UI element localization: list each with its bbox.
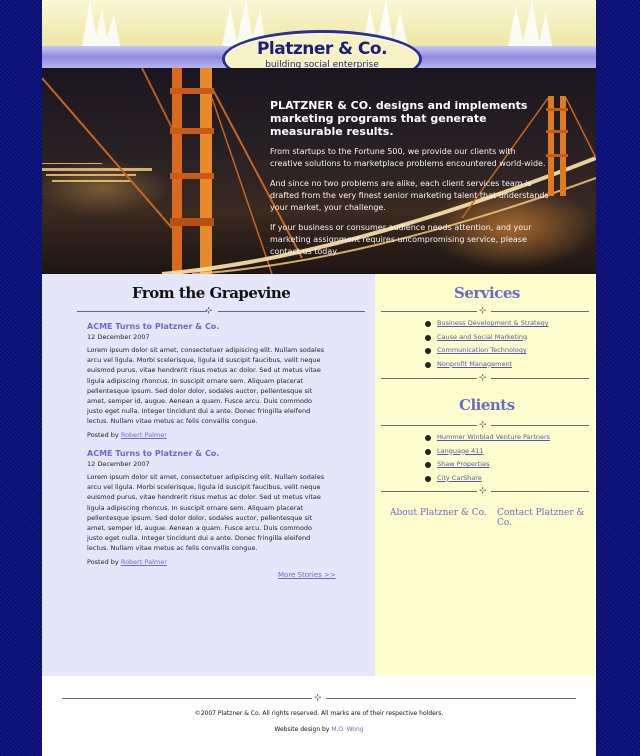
bullet-icon [425,334,431,341]
divider [218,311,365,312]
credit-prefix: Website design by [274,726,330,733]
contact-link[interactable]: Contact Platzner & Co. [497,508,596,528]
ornament-icon: ⊹ [479,420,487,430]
divider [491,311,589,312]
ornament-icon: ⊹ [205,306,213,316]
client-link[interactable]: Hummer Winblad Venture Partners [425,431,550,445]
footer-copyright: ©2007 Platzner & Co. All rights reserved… [194,710,444,717]
author-link[interactable]: Robert Palmer [121,431,167,439]
divider [326,698,576,699]
more-stories-link[interactable]: More Stories >> [278,571,336,579]
hero-headline: PLATZNER & CO. designs and implements ma… [270,99,528,138]
divider [381,378,477,379]
service-link[interactable]: Nonprofit Management [425,358,549,372]
divider [491,378,589,379]
client-link[interactable]: Language 411 [425,445,550,459]
grapevine-title: From the Grapevine [132,284,291,302]
footer: ⊹ ©2007 Platzner & Co. All rights reserv… [42,676,596,756]
bullet-icon [425,361,431,368]
divider [77,311,207,312]
article-byline: Posted by Robert Palmer [87,431,329,439]
page: Platzner & Co. building social enterpris… [42,0,596,756]
bullet-icon [425,475,431,482]
news-article: ACME Turns to Platzner & Co. 12 December… [87,449,329,566]
divider [381,425,477,426]
article-title[interactable]: ACME Turns to Platzner & Co. [87,449,329,458]
divider [381,311,477,312]
hero-paragraph: And since no two problems are alike, eac… [270,179,549,212]
grapevine-column: From the Grapevine ⊹ ACME Turns to Platz… [42,274,375,676]
news-article: ACME Turns to Platzner & Co. 12 December… [87,322,329,439]
hero-paragraph: From startups to the Fortune 500, we pro… [270,147,546,168]
bullet-icon [425,435,431,441]
services-title: Services [454,284,520,302]
article-date: 12 December 2007 [87,333,150,341]
article-body: Lorem ipsum dolor sit amet, consectetuer… [87,346,325,426]
service-link[interactable]: Communication Technology [425,344,549,358]
ornament-icon: ⊹ [479,373,487,383]
designer-link[interactable]: M.O. Wong [331,726,363,733]
hero-text: PLATZNER & CO. designs and implements ma… [270,99,550,266]
client-link[interactable]: City CarShare [425,472,550,486]
divider [491,491,589,492]
article-body: Lorem ipsum dolor sit amet, consectetuer… [87,473,325,553]
ornament-icon: ⊹ [479,306,487,316]
footer-credit: Website design by M.O. Wong [42,726,596,733]
divider [381,491,477,492]
hero-banner: PLATZNER & CO. designs and implements ma… [42,68,596,274]
divider [491,425,589,426]
bullet-icon [425,321,431,327]
logo-name: Platzner & Co. [256,39,388,59]
client-link[interactable]: Shaw Properties [425,458,550,472]
sidebar: Services ⊹ Business Development & Strate… [375,274,596,676]
service-link[interactable]: Business Development & Strategy [425,317,549,331]
about-link[interactable]: About Platzner & Co. [390,508,487,518]
clients-title: Clients [459,396,515,414]
author-link[interactable]: Robert Palmer [121,558,167,566]
bullet-icon [425,448,431,455]
posted-by-label: Posted by [87,430,119,439]
divider [62,698,312,699]
article-title[interactable]: ACME Turns to Platzner & Co. [87,322,329,331]
ornament-icon: ⊹ [479,486,487,496]
bullet-icon [425,348,431,354]
posted-by-label: Posted by [87,557,119,566]
service-link[interactable]: Cause and Social Marketing [425,331,549,345]
clients-list: Hummer Winblad Venture Partners Language… [425,431,550,485]
services-list: Business Development & Strategy Cause an… [425,317,549,371]
article-date: 12 December 2007 [87,460,150,468]
article-byline: Posted by Robert Palmer [87,558,329,566]
ornament-icon: ⊹ [314,693,322,703]
hero-paragraph: If your business or consumer audience ne… [270,223,532,256]
bullet-icon [425,462,431,468]
